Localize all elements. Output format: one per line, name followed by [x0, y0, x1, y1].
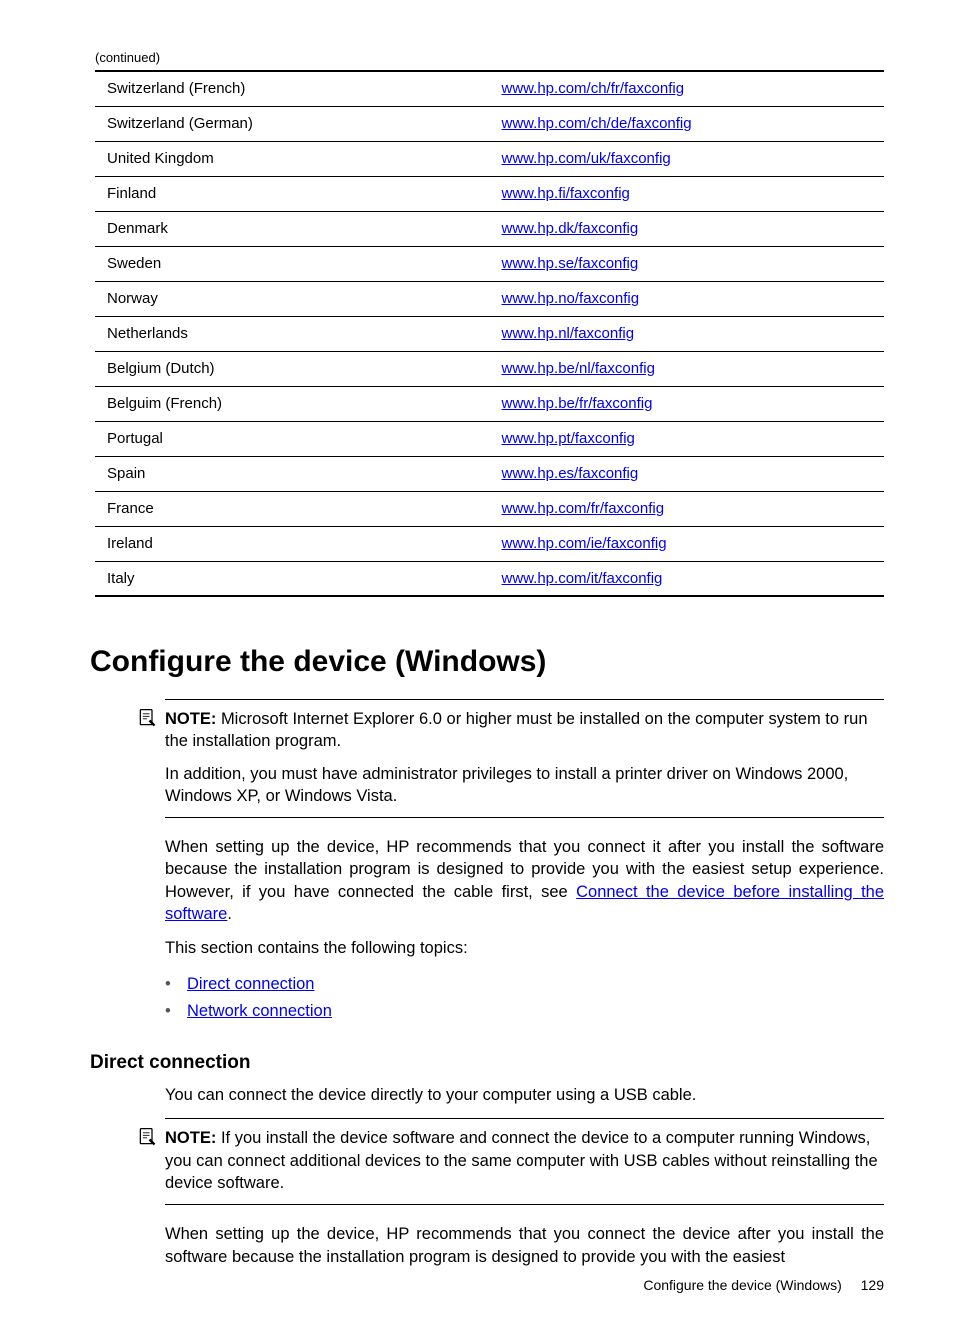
- country-cell: Italy: [95, 561, 490, 596]
- paragraph-setup: When setting up the device, HP recommend…: [165, 836, 884, 925]
- faxconfig-link[interactable]: www.hp.se/faxconfig: [502, 255, 639, 272]
- continued-label: (continued): [90, 50, 884, 65]
- country-cell: Belguim (French): [95, 386, 490, 421]
- note-content-1: NOTE: Microsoft Internet Explorer 6.0 or…: [165, 708, 884, 807]
- note-text-2: If you install the device software and c…: [165, 1129, 878, 1192]
- table-row: Portugal www.hp.pt/faxconfig: [95, 421, 884, 456]
- footer-page-number: 129: [861, 1277, 884, 1293]
- url-cell: www.hp.com/fr/faxconfig: [490, 491, 885, 526]
- table-row: Sweden www.hp.se/faxconfig: [95, 246, 884, 281]
- bullet-icon: •: [165, 971, 187, 997]
- url-cell: www.hp.pt/faxconfig: [490, 421, 885, 456]
- table-row: Switzerland (French) www.hp.com/ch/fr/fax…: [95, 71, 884, 106]
- faxconfig-link[interactable]: www.hp.be/fr/faxconfig: [502, 395, 653, 412]
- url-cell: www.hp.be/fr/faxconfig: [490, 386, 885, 421]
- url-cell: www.hp.com/uk/faxconfig: [490, 141, 885, 176]
- faxconfig-link[interactable]: www.hp.fi/faxconfig: [502, 185, 630, 202]
- url-cell: www.hp.fi/faxconfig: [490, 176, 885, 211]
- faxconfig-link[interactable]: www.hp.es/faxconfig: [502, 465, 639, 482]
- heading-direct-connection: Direct connection: [90, 1052, 884, 1074]
- paragraph-topics-intro: This section contains the following topi…: [165, 937, 884, 959]
- note-icon: [137, 1127, 157, 1147]
- faxconfig-table: Switzerland (French) www.hp.com/ch/fr/fax…: [90, 70, 884, 597]
- topic-link[interactable]: Direct connection: [187, 971, 314, 997]
- faxconfig-link[interactable]: www.hp.com/ch/de/faxconfig: [502, 115, 692, 132]
- table-row: Belgium (Dutch) www.hp.be/nl/faxconfig: [95, 351, 884, 386]
- note-content-2: NOTE: If you install the device software…: [165, 1127, 884, 1194]
- table-row: Switzerland (German) www.hp.com/ch/de/fax…: [95, 106, 884, 141]
- country-cell: Switzerland (German): [95, 106, 490, 141]
- note-box-2: NOTE: If you install the device software…: [165, 1118, 884, 1205]
- country-cell: Portugal: [95, 421, 490, 456]
- url-cell: www.hp.com/ie/faxconfig: [490, 526, 885, 561]
- table-row: Netherlands www.hp.nl/faxconfig: [95, 316, 884, 351]
- country-cell: Belgium (Dutch): [95, 351, 490, 386]
- para1-post: .: [227, 905, 232, 923]
- table-row: Norway www.hp.no/faxconfig: [95, 281, 884, 316]
- faxconfig-link[interactable]: www.hp.com/ch/fr/faxconfig: [502, 80, 685, 97]
- table-row: France www.hp.com/fr/faxconfig: [95, 491, 884, 526]
- country-cell: Netherlands: [95, 316, 490, 351]
- list-item: •Direct connection: [165, 971, 884, 997]
- country-cell: Finland: [95, 176, 490, 211]
- table-row: Finland www.hp.fi/faxconfig: [95, 176, 884, 211]
- url-cell: www.hp.com/ch/fr/faxconfig: [490, 71, 885, 106]
- country-cell: France: [95, 491, 490, 526]
- faxconfig-link[interactable]: www.hp.com/it/faxconfig: [502, 570, 663, 587]
- country-cell: Spain: [95, 456, 490, 491]
- url-cell: www.hp.dk/faxconfig: [490, 211, 885, 246]
- table-row: Spain www.hp.es/faxconfig: [95, 456, 884, 491]
- faxconfig-link[interactable]: www.hp.pt/faxconfig: [502, 430, 635, 447]
- url-cell: www.hp.se/faxconfig: [490, 246, 885, 281]
- note-text-1b: In addition, you must have administrator…: [165, 763, 884, 808]
- url-cell: www.hp.no/faxconfig: [490, 281, 885, 316]
- country-cell: Denmark: [95, 211, 490, 246]
- faxconfig-link[interactable]: www.hp.com/ie/faxconfig: [502, 535, 667, 552]
- note-icon: [137, 708, 157, 728]
- country-cell: Sweden: [95, 246, 490, 281]
- table-row: Denmark www.hp.dk/faxconfig: [95, 211, 884, 246]
- table-row: United Kingdom www.hp.com/uk/faxconfig: [95, 141, 884, 176]
- list-item: •Network connection: [165, 998, 884, 1024]
- url-cell: www.hp.com/ch/de/faxconfig: [490, 106, 885, 141]
- note-label: NOTE:: [165, 710, 216, 728]
- page-footer: Configure the device (Windows) 129: [643, 1277, 884, 1293]
- heading-configure-device: Configure the device (Windows): [90, 645, 884, 679]
- country-cell: Norway: [95, 281, 490, 316]
- faxconfig-link[interactable]: www.hp.com/uk/faxconfig: [502, 150, 671, 167]
- faxconfig-link[interactable]: www.hp.dk/faxconfig: [502, 220, 639, 237]
- url-cell: www.hp.be/nl/faxconfig: [490, 351, 885, 386]
- table-row: Belguim (French) www.hp.be/fr/faxconfig: [95, 386, 884, 421]
- topic-link[interactable]: Network connection: [187, 998, 332, 1024]
- note-text-1a: Microsoft Internet Explorer 6.0 or highe…: [165, 710, 868, 750]
- faxconfig-link[interactable]: www.hp.be/nl/faxconfig: [502, 360, 655, 377]
- topics-list: •Direct connection•Network connection: [165, 971, 884, 1024]
- footer-title: Configure the device (Windows): [643, 1277, 841, 1293]
- faxconfig-link[interactable]: www.hp.nl/faxconfig: [502, 325, 635, 342]
- url-cell: www.hp.es/faxconfig: [490, 456, 885, 491]
- country-cell: Ireland: [95, 526, 490, 561]
- faxconfig-link[interactable]: www.hp.no/faxconfig: [502, 290, 640, 307]
- table-row: Ireland www.hp.com/ie/faxconfig: [95, 526, 884, 561]
- note-label: NOTE:: [165, 1129, 216, 1147]
- paragraph-setup-2: When setting up the device, HP recommend…: [165, 1223, 884, 1268]
- country-cell: United Kingdom: [95, 141, 490, 176]
- country-cell: Switzerland (French): [95, 71, 490, 106]
- note-box-1: NOTE: Microsoft Internet Explorer 6.0 or…: [165, 699, 884, 818]
- paragraph-usb: You can connect the device directly to y…: [165, 1084, 884, 1106]
- url-cell: www.hp.com/it/faxconfig: [490, 561, 885, 596]
- bullet-icon: •: [165, 998, 187, 1024]
- table-row: Italy www.hp.com/it/faxconfig: [95, 561, 884, 596]
- faxconfig-link[interactable]: www.hp.com/fr/faxconfig: [502, 500, 665, 517]
- url-cell: www.hp.nl/faxconfig: [490, 316, 885, 351]
